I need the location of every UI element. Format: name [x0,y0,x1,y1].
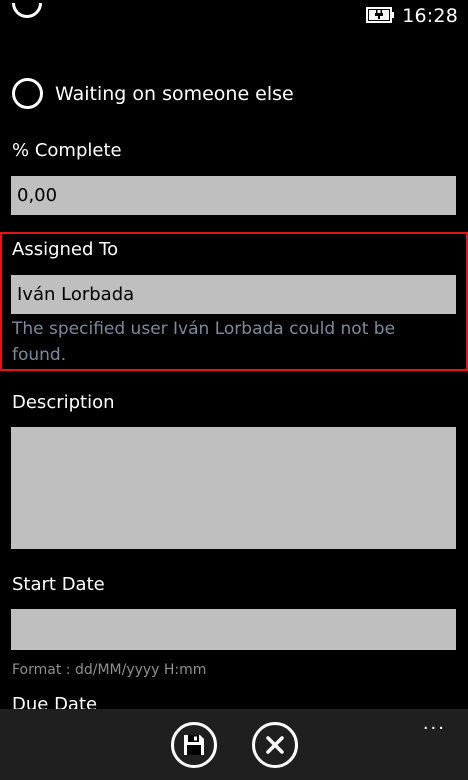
start-date-label: Start Date [12,574,105,595]
radio-waiting-on-someone-else[interactable]: Waiting on someone else [12,78,294,109]
save-icon [184,735,204,755]
description-textarea[interactable] [11,427,456,549]
cancel-button[interactable] [252,722,298,768]
start-date-input[interactable] [11,609,456,650]
percent-complete-input[interactable]: 0,00 [11,176,456,215]
assigned-to-error-message: The specified user Iván Lorbada could no… [12,319,396,365]
battery-charging-icon [366,7,394,23]
cancel-icon [266,736,284,754]
assigned-to-label: Assigned To [12,239,119,260]
save-button[interactable] [171,722,217,768]
application-bar: ... [0,709,468,780]
percent-complete-value: 0,00 [17,185,58,206]
clock: 16:28 [402,5,458,27]
radio-circle-icon[interactable] [12,78,43,109]
assigned-to-value: Iván Lorbada [17,284,135,305]
start-date-format-hint: Format : dd/MM/yyyy H:mm [12,662,207,678]
radio-label: Waiting on someone else [55,82,294,105]
description-label: Description [12,392,115,413]
assigned-to-input[interactable]: Iván Lorbada [11,275,456,314]
status-bar: 16:28 [0,0,468,32]
more-options-button[interactable]: ... [423,715,446,733]
percent-complete-label: % Complete [12,140,122,161]
